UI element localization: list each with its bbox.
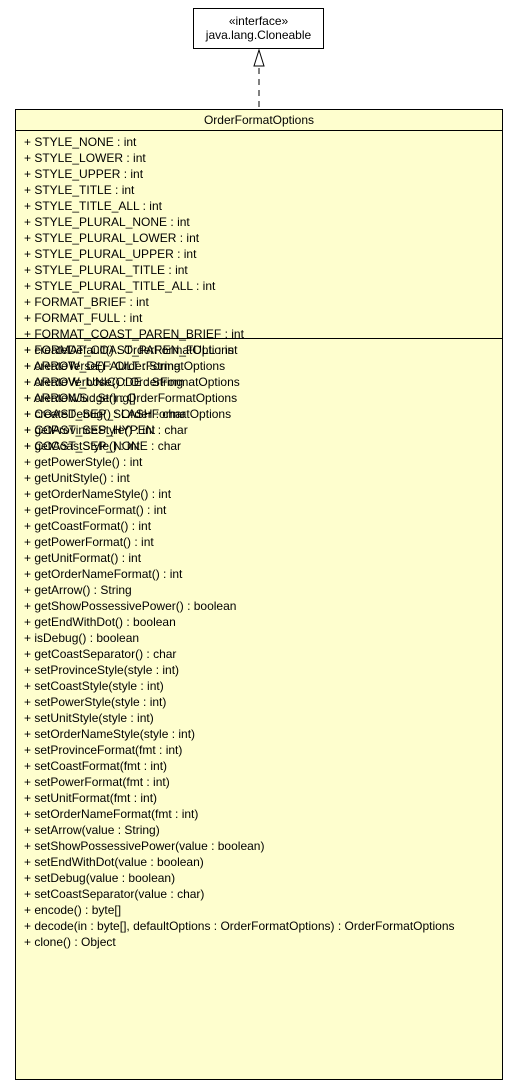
attribute-row: + STYLE_LOWER : int (24, 151, 146, 165)
method-row: + setPowerFormat(fmt : int) (24, 775, 170, 789)
method-row: + getArrow() : String (24, 583, 132, 597)
attribute-row: + STYLE_PLURAL_UPPER : int (24, 247, 197, 261)
method-row: + setDebug(value : boolean) (24, 871, 176, 885)
method-row: + setOrderNameFormat(fmt : int) (24, 807, 199, 821)
method-row: + getEndWithDot() : boolean (24, 615, 176, 629)
method-row: + getProvinceStyle() : int (24, 423, 156, 437)
attribute-row: + STYLE_PLURAL_NONE : int (24, 215, 190, 229)
method-row: + decode(in : byte[], defaultOptions : O… (24, 919, 455, 933)
method-row: + getOrderNameStyle() : int (24, 487, 172, 501)
method-row: + encode() : byte[] (24, 903, 122, 917)
method-row: + getProvinceFormat() : int (24, 503, 167, 517)
attribute-row: + FORMAT_BRIEF : int (24, 295, 149, 309)
realization-connector (253, 48, 265, 109)
method-row: + setShowPossessivePower(value : boolean… (24, 839, 265, 853)
attribute-row: + STYLE_PLURAL_TITLE : int (24, 263, 188, 277)
method-row: + createTerse() : OrderFormatOptions (24, 359, 226, 373)
method-row: + getUnitStyle() : int (24, 471, 130, 485)
method-row: + setCoastStyle(style : int) (24, 679, 164, 693)
method-row: + setEndWithDot(value : boolean) (24, 855, 204, 869)
method-row: + getCoastFormat() : int (24, 519, 152, 533)
method-row: + setUnitStyle(style : int) (24, 711, 154, 725)
method-row: + createDefault() : OrderFormatOptions (24, 343, 234, 357)
method-row: + setOrderNameStyle(style : int) (24, 727, 196, 741)
methods-section: + createDefault() : OrderFormatOptions + … (16, 339, 502, 950)
method-row: + getCoastSeparator() : char (24, 647, 177, 661)
method-row: + createVerbose() : OrderFormatOptions (24, 375, 240, 389)
method-row: + setProvinceFormat(fmt : int) (24, 743, 183, 757)
attribute-row: + STYLE_NONE : int (24, 135, 137, 149)
method-row: + getShowPossessivePower() : boolean (24, 599, 237, 613)
attribute-row: + STYLE_PLURAL_LOWER : int (24, 231, 200, 245)
attributes-section: + STYLE_NONE : int + STYLE_LOWER : int + S… (16, 131, 502, 453)
attribute-row: + STYLE_TITLE_ALL : int (24, 199, 162, 213)
attribute-row: + STYLE_PLURAL_TITLE_ALL : int (24, 279, 216, 293)
method-row: + setPowerStyle(style : int) (24, 695, 167, 709)
method-row: + setCoastSeparator(value : char) (24, 887, 205, 901)
method-row: + isDebug() : boolean (24, 631, 140, 645)
method-row: + setUnitFormat(fmt : int) (24, 791, 158, 805)
method-row: + getPowerFormat() : int (24, 535, 154, 549)
method-row: + createDebug() : OrderFormatOptions (24, 407, 232, 421)
method-row: + setProvinceStyle(style : int) (24, 663, 180, 677)
method-row: + clone() : Object (24, 935, 116, 949)
method-row: + getCoastStyle() : int (24, 439, 140, 453)
method-row: + setArrow(value : String) (24, 823, 160, 837)
class-name: OrderFormatOptions (16, 110, 502, 131)
method-row: + createNJudge() : OrderFormatOptions (24, 391, 238, 405)
method-row: + setCoastFormat(fmt : int) (24, 759, 168, 773)
attribute-row: + STYLE_TITLE : int (24, 183, 135, 197)
realization-arrowhead (253, 48, 265, 67)
method-row: + getPowerStyle() : int (24, 455, 143, 469)
method-row: + getUnitFormat() : int (24, 551, 142, 565)
attribute-row: + FORMAT_FULL : int (24, 311, 143, 325)
class-box: OrderFormatOptions + STYLE_NONE : int + S… (15, 109, 503, 1080)
attribute-row: + STYLE_UPPER : int (24, 167, 144, 181)
method-row: + getOrderNameFormat() : int (24, 567, 183, 581)
